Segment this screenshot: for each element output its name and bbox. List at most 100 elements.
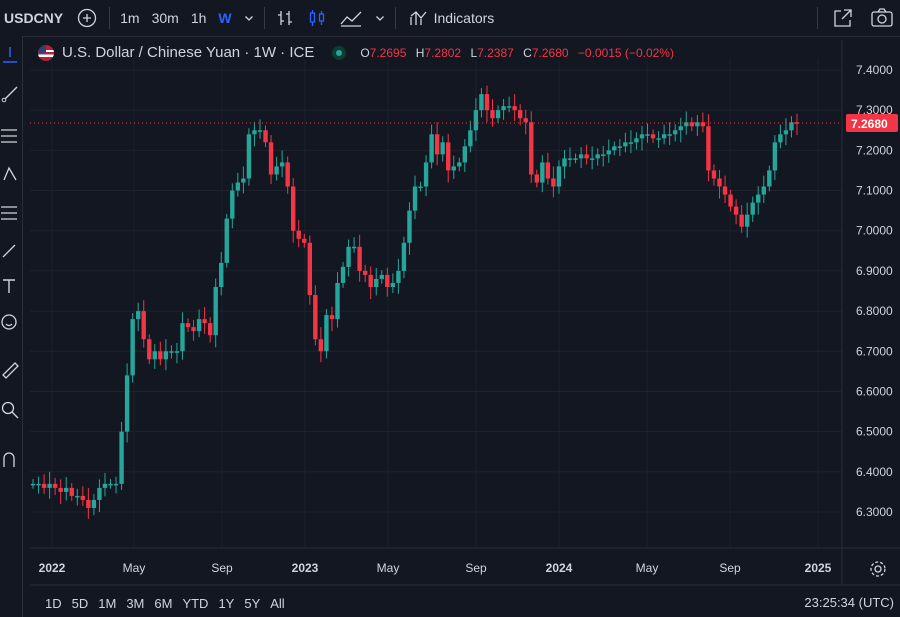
range-3m[interactable]: 3M: [121, 596, 149, 611]
candle-body: [684, 122, 689, 127]
candle-body: [767, 170, 772, 187]
candle-body: [80, 495, 86, 500]
text-icon[interactable]: [0, 276, 20, 296]
interval-1h[interactable]: 1h: [185, 0, 213, 36]
candle-body: [517, 110, 523, 119]
x-tick-label: May: [123, 561, 146, 575]
crosshair-icon[interactable]: [0, 46, 20, 66]
trend-line-icon[interactable]: [0, 84, 20, 104]
candle-body: [429, 134, 434, 163]
fullscreen-icon[interactable]: [822, 0, 864, 36]
candle-body: [191, 327, 196, 332]
camera-icon[interactable]: [864, 0, 900, 36]
range-1d[interactable]: 1D: [40, 596, 67, 611]
range-1m[interactable]: 1M: [93, 596, 121, 611]
candle-body: [457, 162, 462, 167]
symbol-title[interactable]: U.S. Dollar / Chinese Yuan · 1W · ICE: [62, 44, 314, 61]
candle-body: [235, 182, 241, 191]
interval-30m[interactable]: 30m: [146, 0, 185, 36]
emoji-icon[interactable]: [0, 312, 20, 332]
drawing-toolbar: [0, 36, 23, 617]
range-6m[interactable]: 6M: [149, 596, 177, 611]
price-chart[interactable]: 7.4000 7.3000 7.2000 7.1000 7.0000 6.9000 6.80…: [0, 0, 900, 590]
candle-body: [495, 110, 501, 119]
clock[interactable]: 23:25:34 (UTC): [804, 595, 894, 610]
interval-w[interactable]: W: [212, 0, 237, 36]
x-tick-label: 2024: [546, 561, 573, 575]
candle-body: [440, 142, 445, 155]
y-tick-label: 6.9000: [856, 264, 893, 278]
candle-body: [567, 158, 573, 160]
candle-body: [700, 122, 706, 127]
magnet-icon[interactable]: [0, 450, 20, 470]
range-5d[interactable]: 5D: [67, 596, 94, 611]
candle-body: [446, 142, 451, 171]
y-tick-label: 7.0000: [856, 224, 893, 238]
candle-body: [147, 339, 152, 360]
last-price-label: 7.2680: [851, 117, 888, 131]
ruler-icon[interactable]: [0, 360, 20, 380]
candle-body: [401, 242, 407, 271]
candle-body: [396, 270, 401, 283]
change-value: −0.0015 (−0.02%): [577, 45, 674, 60]
chevron-down-icon[interactable]: [369, 0, 391, 36]
area-style-icon[interactable]: [333, 0, 369, 36]
candle-body: [124, 375, 130, 432]
indicators-label: Indicators: [433, 10, 495, 26]
range-all[interactable]: All: [265, 596, 289, 611]
candle-body: [202, 319, 207, 324]
interval-1m[interactable]: 1m: [114, 0, 145, 36]
symbol-search-button[interactable]: USDCNY: [0, 0, 69, 36]
candle-body: [783, 130, 789, 135]
fib-retracement-icon[interactable]: [0, 126, 20, 146]
candle-body: [484, 94, 490, 111]
candle-body: [656, 138, 661, 140]
candle-body: [750, 202, 755, 215]
market-status-icon: [332, 45, 347, 60]
pattern-icon[interactable]: [0, 164, 20, 184]
brush-icon[interactable]: [0, 240, 20, 260]
candle-body: [180, 323, 185, 352]
range-5y[interactable]: 5Y: [239, 596, 265, 611]
candles-style-icon[interactable]: [301, 0, 333, 36]
candle-body: [722, 186, 728, 195]
candle-body: [562, 158, 567, 167]
bar-chart-style-icon[interactable]: [269, 0, 301, 36]
compare-add-icon[interactable]: [69, 0, 105, 36]
low-value: 7.2387: [477, 45, 514, 60]
candle-body: [36, 483, 41, 486]
candle-body: [169, 351, 174, 353]
zoom-icon[interactable]: [0, 400, 20, 420]
high-value: 7.2802: [424, 45, 462, 60]
candle-body: [451, 166, 456, 171]
candle-body: [207, 323, 213, 336]
candle-body: [47, 483, 52, 488]
candle-body: [113, 483, 119, 486]
candle-body: [523, 118, 528, 123]
settings-icon[interactable]: [868, 559, 888, 584]
range-ytd[interactable]: YTD: [177, 596, 213, 611]
candle-body: [213, 286, 218, 336]
range-1y[interactable]: 1Y: [213, 596, 239, 611]
candle-body: [241, 178, 246, 183]
close-value: 7.2680: [531, 45, 569, 60]
chevron-down-icon[interactable]: [238, 0, 260, 36]
indicators-button[interactable]: Indicators: [400, 0, 501, 36]
candle-body: [578, 154, 584, 159]
candle-body: [329, 315, 335, 320]
range-bar: 1D 5D 1M 3M 6M YTD 1Y 5Y All: [30, 590, 900, 617]
y-tick-label: 6.7000: [856, 344, 893, 358]
candle-body: [673, 130, 678, 135]
candle-body: [41, 483, 47, 488]
separator: [109, 7, 111, 29]
candle-body: [357, 246, 362, 271]
candle-body: [794, 122, 800, 124]
candle-body: [196, 319, 202, 332]
candle-body: [374, 278, 379, 287]
forecast-icon[interactable]: [0, 202, 20, 222]
candle-body: [678, 126, 683, 131]
open-label: O: [360, 45, 370, 60]
candle-body: [102, 483, 108, 488]
candle-body: [335, 282, 340, 320]
candle-body: [390, 282, 396, 287]
